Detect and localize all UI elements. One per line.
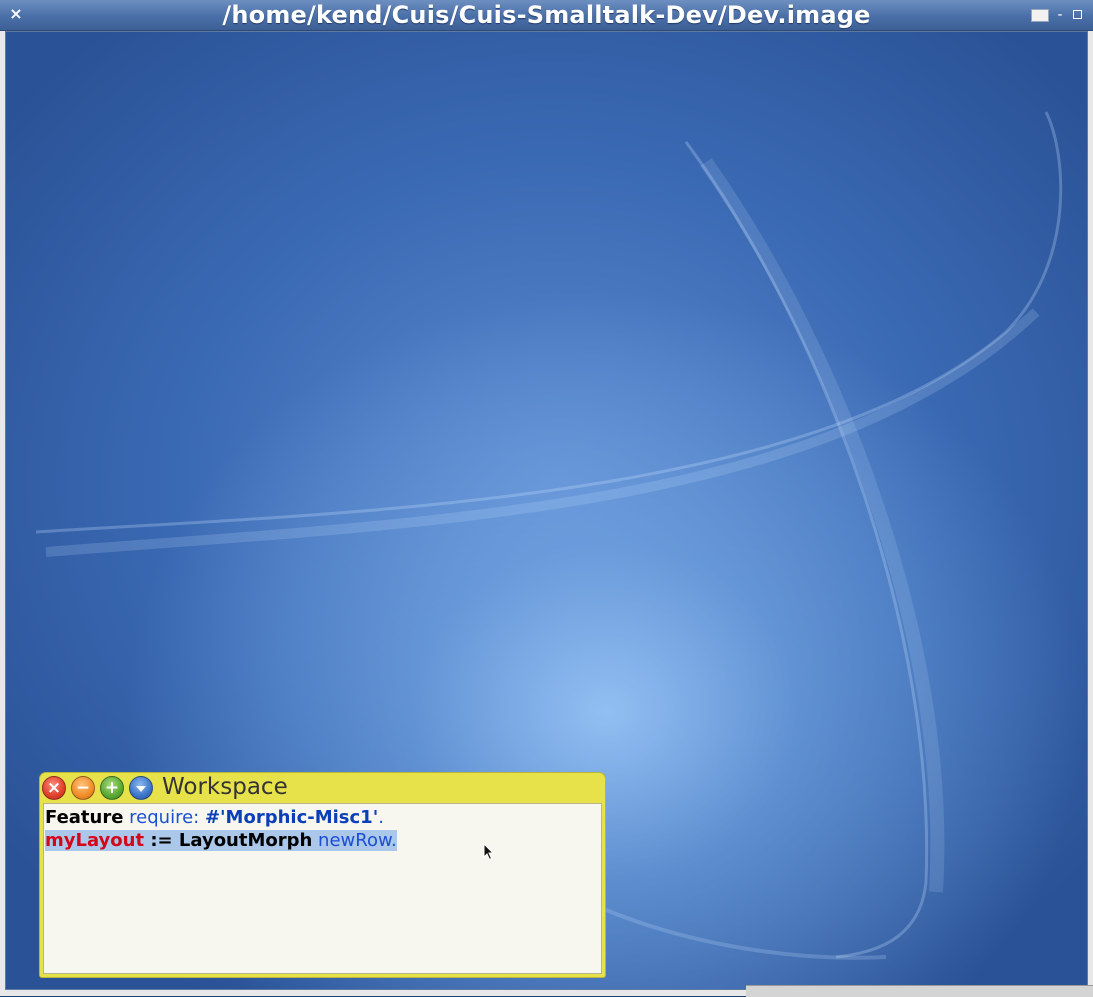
chevron-down-icon bbox=[136, 786, 146, 792]
code-line-2[interactable]: myLayout := LayoutMorph newRow. bbox=[45, 829, 601, 852]
window-minimize-icon[interactable]: - bbox=[1055, 7, 1065, 23]
window-title-bar[interactable]: × /home/kend/Cuis/Cuis-Smalltalk-Dev/Dev… bbox=[0, 0, 1093, 31]
code-variable: myLayout bbox=[45, 830, 145, 851]
workspace-title-bar[interactable]: × − + Workspace bbox=[40, 773, 605, 802]
window-title: /home/kend/Cuis/Cuis-Smalltalk-Dev/Dev.i… bbox=[222, 1, 871, 29]
code-line-1[interactable]: Feature require: #'Morphic-Misc1'. bbox=[45, 806, 601, 829]
code-selection: myLayout := LayoutMorph newRow. bbox=[45, 830, 397, 851]
code-message: newRow. bbox=[312, 830, 397, 851]
workspace-code-editor[interactable]: Feature require: #'Morphic-Misc1'. myLay… bbox=[43, 803, 602, 974]
workspace-title: Workspace bbox=[162, 774, 288, 800]
window-maximize-icon[interactable] bbox=[1031, 9, 1049, 22]
expand-icon[interactable]: + bbox=[100, 776, 124, 800]
mouse-cursor-icon bbox=[483, 843, 495, 861]
code-symbol: #'Morphic-Misc1' bbox=[204, 807, 379, 828]
code-keyword: require: bbox=[123, 807, 205, 828]
close-icon[interactable]: × bbox=[42, 776, 66, 800]
workspace-window[interactable]: × − + Workspace Feature require: #'Morph… bbox=[40, 773, 605, 977]
code-terminator: . bbox=[378, 807, 384, 828]
code-assignment: := LayoutMorph bbox=[144, 830, 313, 851]
collapse-icon[interactable]: − bbox=[71, 776, 95, 800]
window-restore-icon[interactable] bbox=[1073, 10, 1082, 19]
background-window-strip bbox=[746, 985, 1093, 997]
x11-window: × /home/kend/Cuis/Cuis-Smalltalk-Dev/Dev… bbox=[0, 0, 1093, 997]
menu-icon[interactable] bbox=[129, 776, 153, 800]
code-class-name: Feature bbox=[45, 807, 124, 828]
